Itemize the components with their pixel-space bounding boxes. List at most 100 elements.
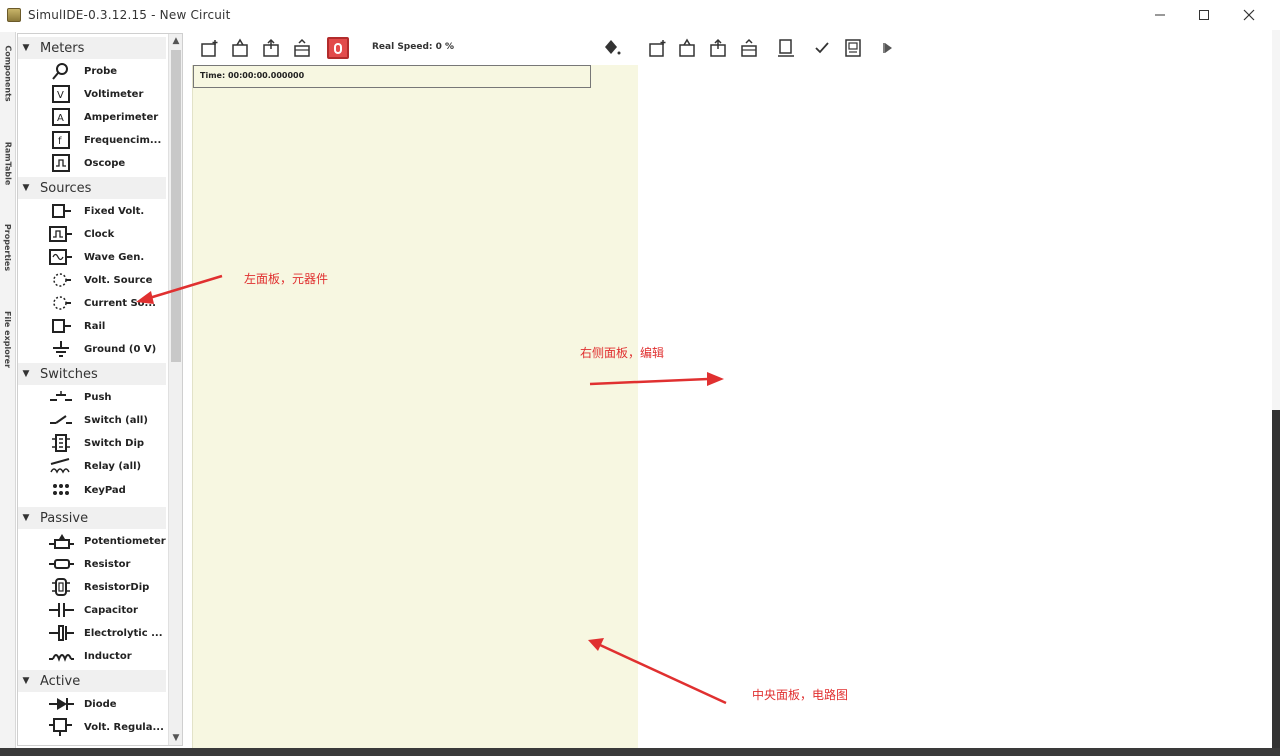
inductor-icon: [48, 646, 74, 666]
category-meters[interactable]: ▼ Meters: [18, 37, 166, 59]
component-inductor[interactable]: Inductor: [48, 645, 132, 667]
chevron-down-icon: ▼: [22, 183, 30, 193]
svg-text:V: V: [57, 90, 64, 101]
voltmeter-icon: V: [48, 84, 74, 104]
wave-gen-icon: [48, 247, 74, 267]
volt-regulator-icon: [48, 717, 74, 737]
component-push[interactable]: Push: [48, 386, 112, 408]
ground-icon: [48, 339, 74, 359]
component-voltimeter[interactable]: V Voltimeter: [48, 83, 143, 105]
open-circuit-icon: [232, 38, 248, 57]
save-circuit-icon: [263, 38, 279, 57]
electrolytic-capacitor-icon: [48, 623, 74, 643]
component-volt-source[interactable]: Volt. Source: [48, 269, 152, 291]
component-probe[interactable]: Probe: [48, 60, 117, 82]
save-as-button[interactable]: [291, 37, 313, 59]
find-icon: [778, 39, 794, 57]
tab-properties[interactable]: Properties: [0, 204, 16, 290]
potentiometer-icon: [48, 531, 74, 551]
save-file-button[interactable]: [707, 37, 729, 59]
component-frequencimeter[interactable]: f Frequencim...: [48, 129, 161, 151]
open-file-button[interactable]: [676, 37, 698, 59]
right-edge-dark: [1272, 410, 1280, 748]
category-switches[interactable]: ▼ Switches: [18, 363, 166, 385]
close-button[interactable]: [1226, 0, 1272, 30]
component-panel: ▲ ▼ ▼ Meters Probe V Voltimeter A Amperimet…: [17, 33, 183, 746]
chevron-down-icon: ▼: [22, 43, 30, 53]
power-button[interactable]: [327, 37, 349, 59]
chevron-down-icon: ▼: [22, 369, 30, 379]
component-electrolytic[interactable]: Electrolytic ...: [48, 622, 163, 644]
category-passive[interactable]: ▼ Passive: [18, 507, 166, 529]
save-as-icon: [294, 38, 310, 57]
chevron-down-icon: ▼: [22, 676, 30, 686]
component-current-source[interactable]: Current So...: [48, 292, 156, 314]
resistor-icon: [48, 554, 74, 574]
annotation-right-panel: 右侧面板，编辑: [580, 346, 665, 360]
compile-button[interactable]: [811, 37, 833, 59]
category-active[interactable]: ▼ Active: [18, 670, 166, 692]
frequency-meter-icon: f: [48, 130, 74, 150]
new-file-button[interactable]: [646, 37, 668, 59]
load-icon: [845, 39, 861, 57]
simulation-time-display: Time: 00:00:00.000000: [193, 65, 591, 88]
component-keypad[interactable]: KeyPad: [48, 479, 126, 501]
component-oscope[interactable]: Oscope: [48, 152, 125, 174]
resistor-dip-icon: [48, 577, 74, 597]
component-switch-dip[interactable]: Switch Dip: [48, 432, 144, 454]
component-potentiometer[interactable]: Potentiometer: [48, 530, 166, 552]
component-wave-gen[interactable]: Wave Gen.: [48, 246, 144, 268]
real-speed-label: Real Speed: 0 %: [372, 42, 455, 52]
maximize-icon: [1199, 10, 1209, 20]
scroll-up-arrow[interactable]: ▲: [169, 34, 182, 48]
save-file-icon: [710, 38, 726, 57]
save-circuit-button[interactable]: [260, 37, 282, 59]
code-editor-panel[interactable]: [639, 65, 1272, 748]
ammeter-icon: A: [48, 107, 74, 127]
component-rail[interactable]: Rail: [48, 315, 105, 337]
debug-icon: [883, 43, 892, 53]
component-relay[interactable]: Relay (all): [48, 455, 141, 477]
title-bar: SimulIDE-0.3.12.15 - New Circuit: [0, 0, 1280, 30]
tab-components[interactable]: Components: [0, 36, 16, 110]
probe-icon: [48, 61, 74, 81]
component-amperimeter[interactable]: A Amperimeter: [48, 106, 158, 128]
category-sources[interactable]: ▼ Sources: [18, 177, 166, 199]
annotation-left-panel: 左面板，元器件: [244, 272, 329, 286]
volt-source-icon: [48, 270, 74, 290]
component-scrollbar[interactable]: ▲ ▼: [168, 34, 182, 745]
scroll-down-arrow[interactable]: ▼: [169, 731, 182, 745]
component-clock[interactable]: Clock: [48, 223, 114, 245]
tab-file-explorer[interactable]: File explorer: [0, 290, 16, 388]
settings-button[interactable]: [601, 37, 623, 59]
save-as-file-button[interactable]: [738, 37, 760, 59]
component-resistor[interactable]: Resistor: [48, 553, 130, 575]
load-button[interactable]: [842, 37, 864, 59]
minimize-button[interactable]: [1137, 0, 1183, 30]
scroll-thumb[interactable]: [171, 50, 181, 362]
component-volt-regulator[interactable]: Volt. Regula...: [48, 716, 164, 738]
switch-icon: [48, 410, 74, 430]
debug-button[interactable]: [877, 37, 899, 59]
relay-icon: [48, 456, 74, 476]
app-logo-icon: [7, 8, 21, 22]
component-resistor-dip[interactable]: ResistorDip: [48, 576, 149, 598]
side-tab-strip: Components RamTable Properties File expl…: [0, 32, 16, 748]
clock-icon: [48, 224, 74, 244]
new-file-icon: [649, 40, 666, 57]
oscope-icon: [48, 153, 74, 173]
open-circuit-button[interactable]: [229, 37, 251, 59]
maximize-button[interactable]: [1181, 0, 1227, 30]
fixed-volt-icon: [48, 201, 74, 221]
compile-icon: [815, 42, 829, 54]
component-ground[interactable]: Ground (0 V): [48, 338, 156, 360]
tab-ramtable[interactable]: RamTable: [0, 122, 16, 204]
component-diode[interactable]: Diode: [48, 693, 117, 715]
component-capacitor[interactable]: Capacitor: [48, 599, 138, 621]
find-button[interactable]: [775, 37, 797, 59]
circuit-canvas[interactable]: Time: 00:00:00.000000: [192, 65, 638, 748]
new-circuit-button[interactable]: [198, 37, 220, 59]
power-icon: [334, 42, 342, 54]
component-switch[interactable]: Switch (all): [48, 409, 148, 431]
component-fixed-volt[interactable]: Fixed Volt.: [48, 200, 144, 222]
